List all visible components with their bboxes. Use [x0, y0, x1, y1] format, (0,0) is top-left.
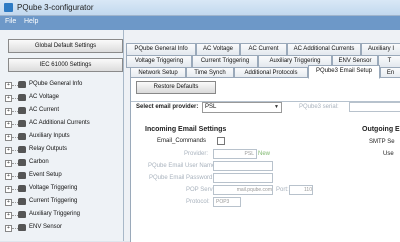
global-default-settings-button[interactable]: Global Default Settings	[8, 39, 123, 53]
username-input[interactable]	[213, 161, 273, 171]
menu-help[interactable]: Help	[24, 18, 38, 25]
protocol-label: Protocol:	[186, 199, 210, 205]
username-label: PQube Email User Name:	[148, 163, 218, 169]
password-label: PQube Email Password:	[149, 175, 215, 181]
menu-file[interactable]: File	[5, 18, 16, 25]
email-commands-checkbox[interactable]	[217, 137, 225, 145]
title-bar: PQube 3-configurator	[0, 0, 400, 16]
folder-icon	[18, 185, 26, 192]
protocol-input[interactable]: POP3	[213, 197, 241, 207]
folder-icon	[18, 198, 26, 205]
expand-icon[interactable]: +	[5, 147, 12, 154]
port-input[interactable]: 110	[289, 185, 313, 195]
tree-item-label: Current Triggering	[29, 198, 78, 204]
folder-icon	[18, 224, 26, 231]
folder-icon	[18, 159, 26, 166]
email-setup-panel: Restore Defaults Select email provider: …	[130, 77, 400, 242]
folder-icon	[18, 211, 26, 218]
expand-icon[interactable]: +	[5, 212, 12, 219]
expand-icon[interactable]: +	[5, 95, 12, 102]
folder-icon	[18, 172, 26, 179]
tree-item-event-setup[interactable]: + Event Setup	[0, 170, 123, 181]
tree-item-label: Relay Outputs	[29, 146, 68, 152]
tree-item-env-sensor[interactable]: + ENV Sensor	[0, 222, 123, 233]
outgoing-settings-heading: Outgoing E	[362, 126, 400, 133]
tree-item-label: Event Setup	[29, 172, 62, 178]
email-provider-value: PSL	[205, 104, 217, 110]
incoming-settings-heading: Incoming Email Settings	[145, 126, 227, 133]
iec-settings-button[interactable]: IEC 61000 Settings	[8, 58, 123, 72]
tree-item-relay-outputs[interactable]: + Relay Outputs	[0, 144, 123, 155]
expand-icon[interactable]: +	[5, 82, 12, 89]
email-provider-select[interactable]: PSL ▼	[202, 102, 282, 113]
folder-icon	[18, 146, 26, 153]
app-icon	[4, 3, 13, 12]
pqube3-serial-input[interactable]	[349, 102, 400, 112]
provider-field-input: PSL	[213, 149, 257, 159]
folder-icon	[18, 107, 26, 114]
tree-item-label: Auxiliary Triggering	[29, 211, 81, 217]
folder-icon	[18, 94, 26, 101]
tree-item-carbon[interactable]: + Carbon	[0, 157, 123, 168]
smtp-user-label: Use	[383, 151, 394, 157]
tree-item-current-triggering[interactable]: + Current Triggering	[0, 196, 123, 207]
expand-icon[interactable]: +	[5, 121, 12, 128]
tree-item-ac-additional-currents[interactable]: + AC Additional Currents	[0, 118, 123, 129]
tree-item-label: Carbon	[29, 159, 49, 165]
email-commands-label: Email_Commands	[157, 138, 207, 144]
tree-item-label: ENV Sensor	[29, 224, 63, 230]
tree-item-label: AC Current	[29, 107, 60, 113]
main-content: PQube General Info AC Voltage AC Current…	[124, 30, 400, 242]
folder-icon	[18, 133, 26, 140]
provider-field-label: Provider:	[184, 151, 209, 157]
expand-icon[interactable]: +	[5, 186, 12, 193]
port-label: Port:	[276, 187, 289, 193]
pop-server-input[interactable]: mail.pqube.com	[213, 185, 273, 195]
expand-icon[interactable]: +	[5, 134, 12, 141]
sidebar: Global Default Settings IEC 61000 Settin…	[0, 30, 124, 241]
tab-pqube3-email-setup[interactable]: PQube3 Email Setup	[308, 65, 380, 79]
tree-item-auxiliary-inputs[interactable]: + Auxiliary Inputs	[0, 131, 123, 142]
chevron-down-icon: ▼	[274, 104, 279, 110]
email-provider-label: Select email provider:	[136, 104, 199, 110]
tree-item-label: Voltage Triggering	[29, 185, 78, 191]
expand-icon[interactable]: +	[5, 160, 12, 167]
tree-item-label: PQube General Info	[29, 81, 83, 87]
folder-icon	[18, 120, 26, 127]
provider-new-badge: New	[258, 151, 271, 157]
password-input[interactable]	[213, 173, 273, 183]
expand-icon[interactable]: +	[5, 199, 12, 206]
folder-icon	[18, 81, 26, 88]
tree-item-label: AC Voltage	[29, 94, 60, 100]
expand-icon[interactable]: +	[5, 225, 12, 232]
tree-item-voltage-triggering[interactable]: + Voltage Triggering	[0, 183, 123, 194]
tree-item-label: Auxiliary Inputs	[29, 133, 70, 139]
restore-defaults-button[interactable]: Restore Defaults	[136, 81, 216, 94]
window-title: PQube 3-configurator	[17, 3, 94, 12]
tree-item-ac-current[interactable]: + AC Current	[0, 105, 123, 116]
tree-item-general-info[interactable]: + PQube General Info	[0, 79, 123, 90]
pqube3-serial-label: PQube3 serial:	[299, 104, 339, 110]
menu-bar: File Help	[0, 16, 400, 30]
tree-item-label: AC Additional Currents	[29, 120, 90, 126]
expand-icon[interactable]: +	[5, 108, 12, 115]
smtp-server-label: SMTP Se	[369, 139, 395, 145]
tree-item-auxiliary-triggering[interactable]: + Auxiliary Triggering	[0, 209, 123, 220]
tree-item-ac-voltage[interactable]: + AC Voltage	[0, 92, 123, 103]
expand-icon[interactable]: +	[5, 173, 12, 180]
